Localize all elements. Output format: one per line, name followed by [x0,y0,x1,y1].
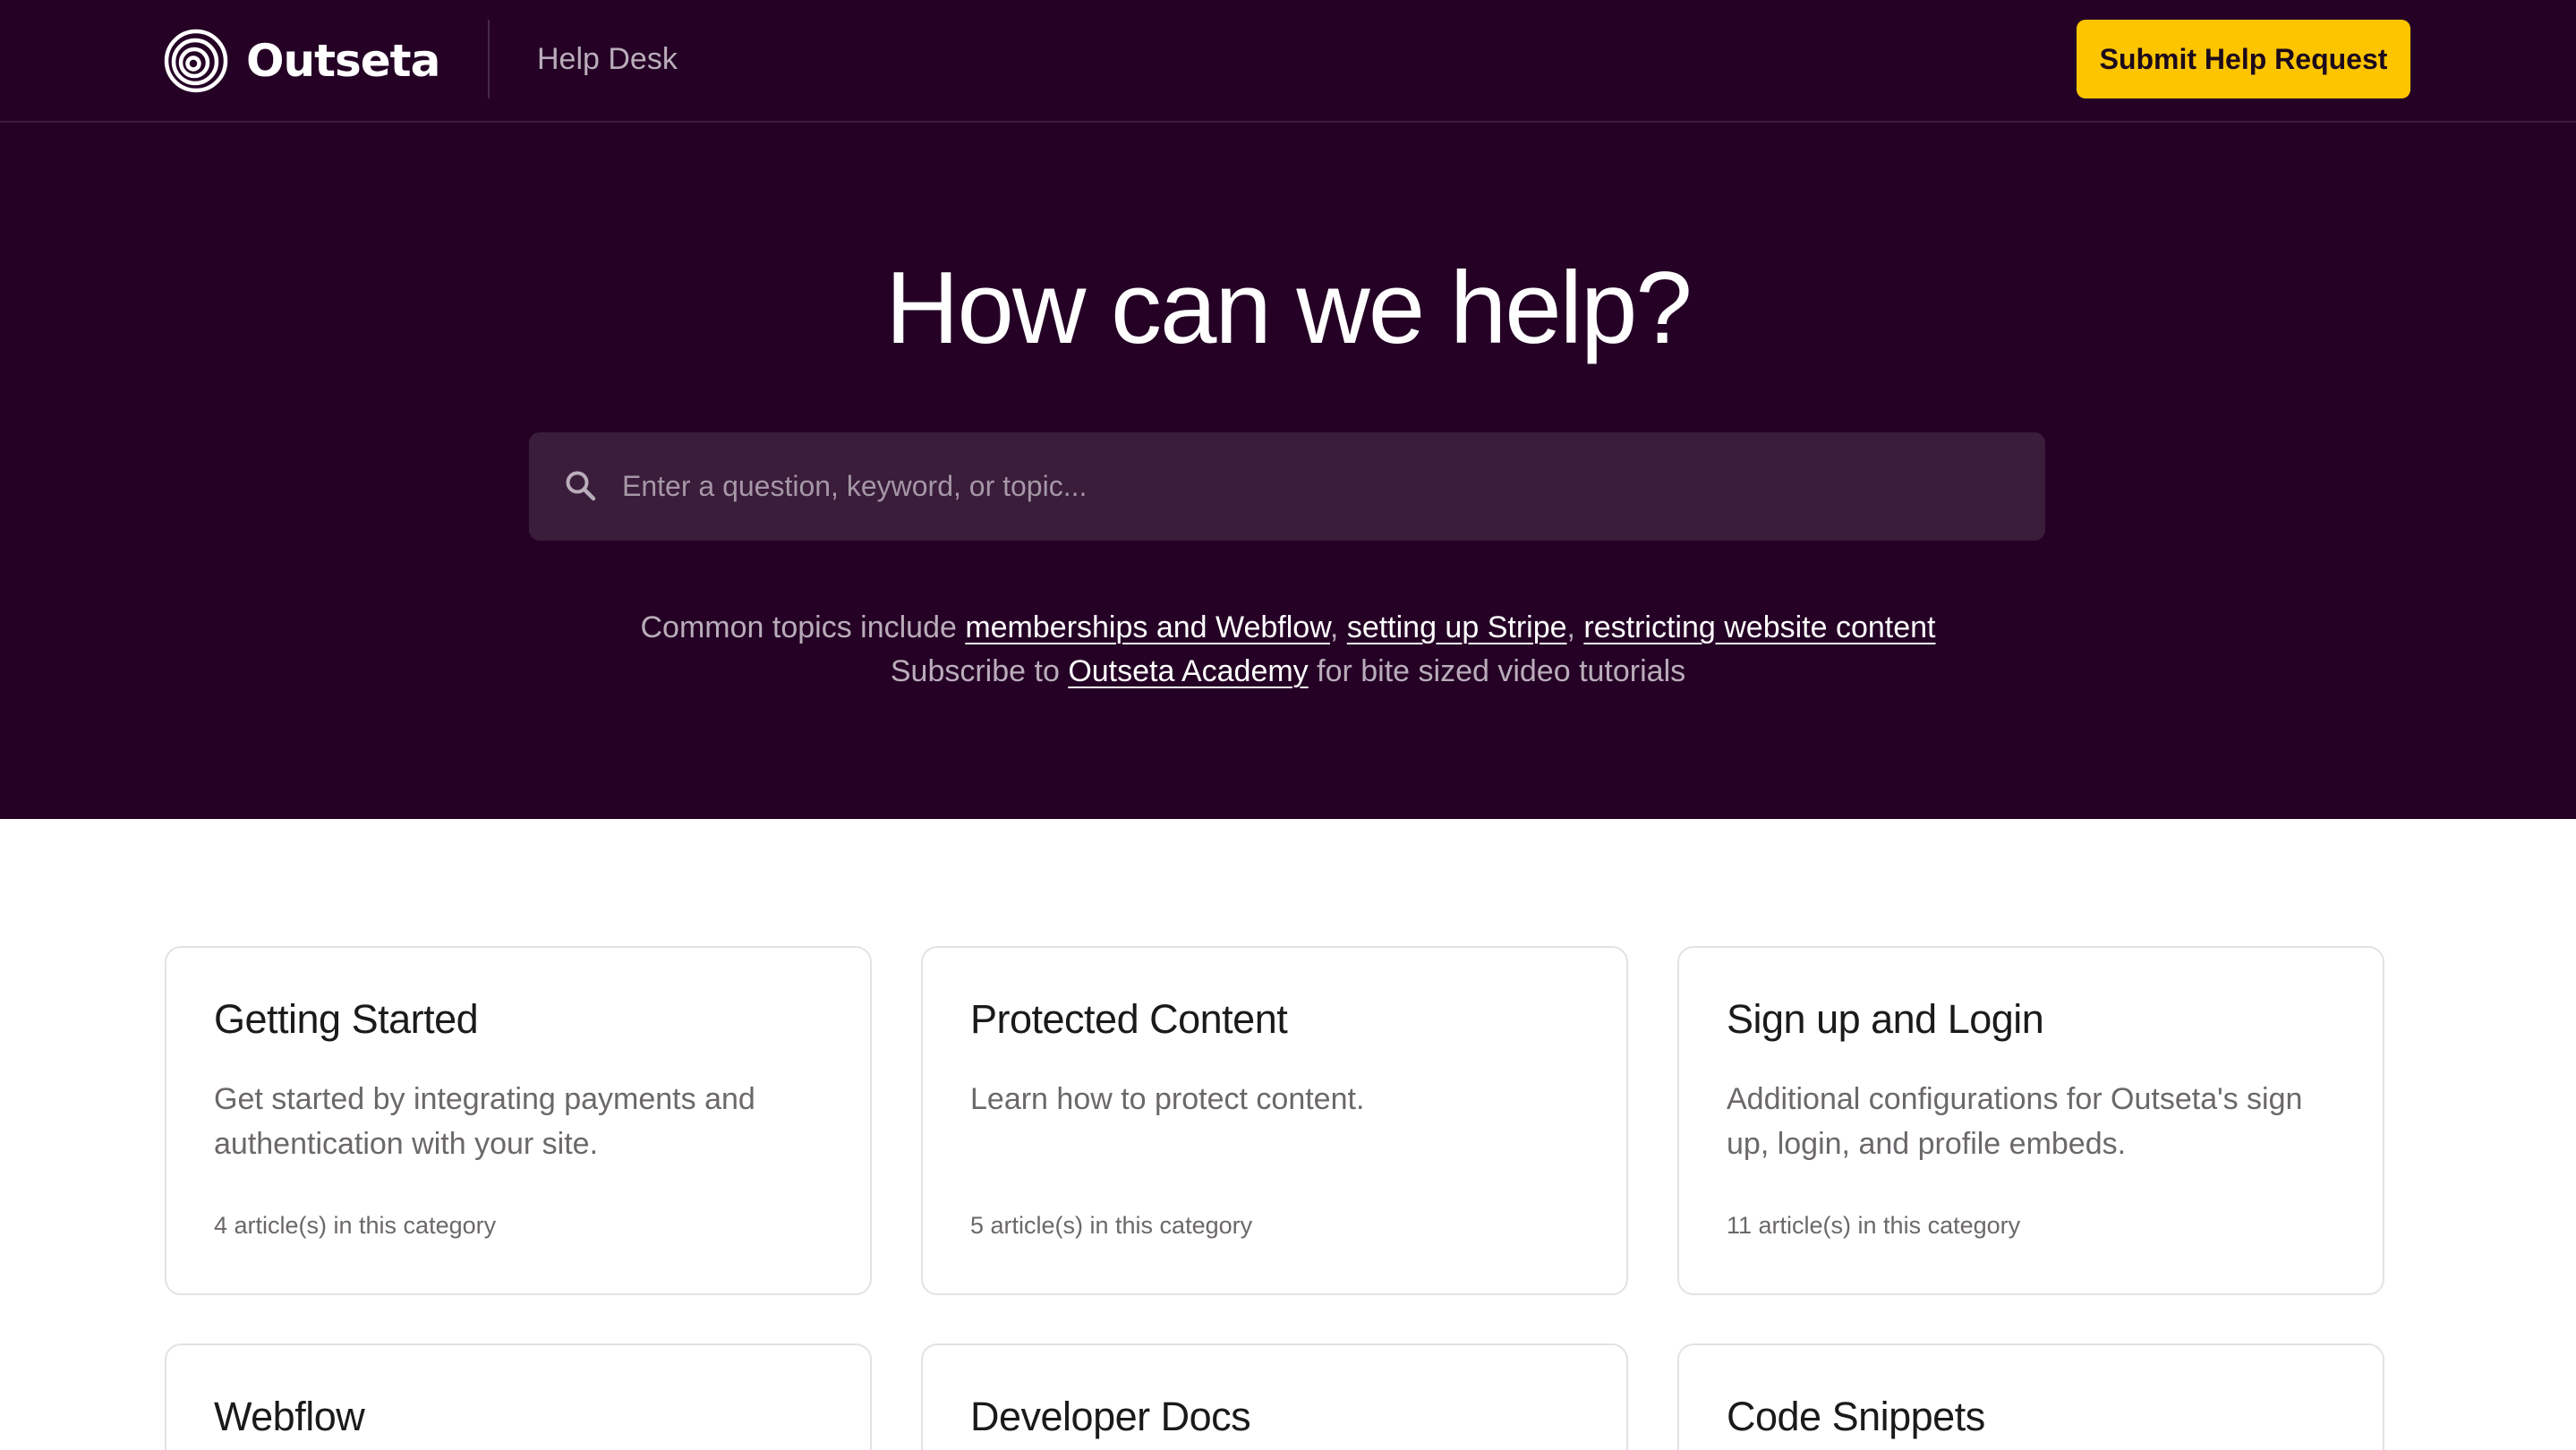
logo-wordmark: Outseta [246,35,440,87]
subscribe-suffix: for bite sized video tutorials [1308,654,1686,688]
category-article-count: 4 article(s) in this category [214,1212,497,1239]
subscribe-line: Subscribe to Outseta Academy for bite si… [0,650,2576,693]
category-card-code-snippets[interactable]: Code Snippets [1677,1343,2384,1450]
category-title: Getting Started [214,996,479,1042]
top-navigation: Outseta Help Desk Submit Help Request [0,0,2576,123]
category-title: Developer Docs [970,1394,1251,1439]
search-box[interactable] [529,432,2045,541]
category-title: Code Snippets [1727,1394,1985,1439]
common-topics-prefix: Common topics include [640,610,966,644]
category-card-webflow[interactable]: Webflow [165,1343,872,1450]
outseta-logo-link[interactable]: Outseta [164,27,440,95]
category-title: Sign up and Login [1727,996,2044,1042]
submit-help-request-button[interactable]: Submit Help Request [2077,20,2410,98]
topic-link-restricting-content[interactable]: restricting website content [1583,610,1935,644]
category-description: Additional configurations for Outseta's … [1727,1082,2303,1161]
page-title: How can we help? [885,252,1693,365]
search-input[interactable] [622,432,2018,541]
category-article-count: 11 article(s) in this category [1727,1212,2021,1239]
topic-separator: , [1566,610,1584,644]
common-topics-line: Common topics include memberships and We… [0,606,2576,649]
help-desk-link[interactable]: Help Desk [537,38,678,81]
topic-link-setting-up-stripe[interactable]: setting up Stripe [1347,610,1567,644]
category-card-sign-up-and-login[interactable]: Sign up and Login Additional configurati… [1677,946,2384,1295]
subscribe-prefix: Subscribe to [890,654,1069,688]
category-description: Learn how to protect content. [970,1082,1365,1116]
hero-section: Outseta Help Desk Submit Help Request Ho… [0,0,2576,819]
category-card-getting-started[interactable]: Getting Started Get started by integrati… [165,946,872,1295]
category-card-protected-content[interactable]: Protected Content Learn how to protect c… [921,946,1628,1295]
category-title: Protected Content [970,996,1288,1042]
search-icon [566,471,596,501]
category-description: Get started by integrating payments and … [214,1082,755,1161]
outseta-academy-link[interactable]: Outseta Academy [1068,654,1308,688]
category-title: Webflow [214,1394,365,1439]
nav-divider [488,20,490,98]
concentric-circles-logo-icon [164,29,228,93]
topic-separator: , [1329,610,1347,644]
category-card-developer-docs[interactable]: Developer Docs [921,1343,1628,1450]
category-article-count: 5 article(s) in this category [970,1212,1253,1239]
topic-link-memberships-webflow[interactable]: memberships and Webflow [965,610,1330,644]
